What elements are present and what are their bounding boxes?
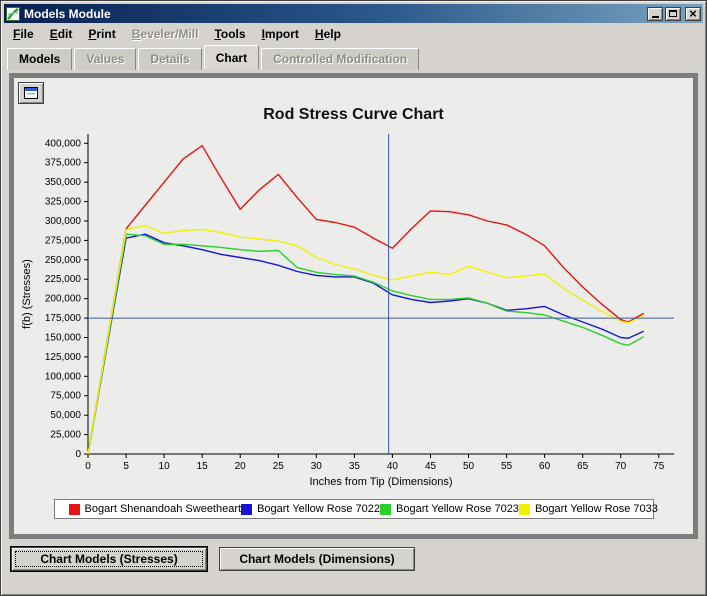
tab-values: Values (74, 48, 136, 70)
tabbar: ModelsValuesDetailsChartControlled Modif… (1, 45, 706, 69)
svg-text:30: 30 (310, 461, 322, 472)
close-button[interactable] (685, 7, 701, 21)
menu-item-import[interactable]: Import (254, 25, 307, 43)
maximize-icon (669, 10, 677, 17)
legend-item: Bogart Shenandoah Sweetheart (69, 503, 242, 515)
svg-text:25: 25 (272, 461, 284, 472)
svg-text:400,000: 400,000 (44, 138, 81, 149)
menu-item-print[interactable]: Print (80, 25, 123, 43)
footer: Chart Models (Stresses) Chart Models (Dim… (11, 547, 706, 571)
svg-text:175,000: 175,000 (44, 313, 81, 324)
chart-stresses-button[interactable]: Chart Models (Stresses) (11, 547, 207, 571)
chart-window-icon (24, 87, 38, 99)
tab-models[interactable]: Models (7, 48, 72, 70)
chart-toolbar (14, 78, 693, 106)
svg-text:15: 15 (196, 461, 208, 472)
close-icon (689, 5, 697, 23)
series-line-1 (88, 234, 644, 454)
svg-text:300,000: 300,000 (44, 216, 81, 227)
svg-text:200,000: 200,000 (44, 294, 81, 305)
series-line-3 (88, 226, 644, 454)
svg-text:75: 75 (653, 461, 665, 472)
window-title: Models Module (24, 7, 645, 21)
svg-text:f(b) (Stresses): f(b) (Stresses) (21, 259, 33, 329)
legend-label: Bogart Yellow Rose 7033 (535, 503, 658, 515)
svg-text:0: 0 (85, 461, 91, 472)
app-icon (6, 7, 20, 21)
svg-text:50,000: 50,000 (50, 410, 81, 421)
svg-text:5: 5 (123, 461, 129, 472)
maximize-button[interactable] (665, 7, 681, 21)
window-controls (645, 7, 701, 21)
svg-text:375,000: 375,000 (44, 158, 81, 169)
chart-dimensions-button[interactable]: Chart Models (Dimensions) (219, 547, 415, 571)
svg-text:225,000: 225,000 (44, 274, 81, 285)
svg-text:60: 60 (539, 461, 551, 472)
svg-text:70: 70 (615, 461, 627, 472)
menu-item-file[interactable]: File (5, 25, 42, 43)
svg-text:Inches from Tip (Dimensions): Inches from Tip (Dimensions) (309, 476, 452, 488)
series-line-0 (88, 146, 644, 454)
menu-item-edit[interactable]: Edit (42, 25, 81, 43)
minimize-icon (652, 16, 659, 18)
legend-swatch (519, 504, 530, 515)
chart-svg[interactable]: 0 25,000 50,000 75,000 100,000 125,000 150,000… (18, 126, 690, 490)
tab-chart[interactable]: Chart (204, 45, 259, 69)
svg-text:50: 50 (462, 461, 474, 472)
svg-text:75,000: 75,000 (50, 391, 81, 402)
svg-text:0: 0 (75, 449, 81, 460)
svg-text:20: 20 (234, 461, 246, 472)
svg-text:40: 40 (386, 461, 398, 472)
menu-item-beveler-mill: Beveler/Mill (124, 25, 207, 43)
legend-label: Bogart Yellow Rose 7022 (257, 503, 380, 515)
svg-text:35: 35 (348, 461, 360, 472)
svg-text:150,000: 150,000 (44, 333, 81, 344)
svg-text:25,000: 25,000 (50, 430, 81, 441)
chart-toolbar-button[interactable] (18, 82, 44, 104)
titlebar[interactable]: Models Module (4, 4, 703, 23)
svg-text:325,000: 325,000 (44, 197, 81, 208)
legend-swatch (241, 504, 252, 515)
legend-item: Bogart Yellow Rose 7023 (380, 503, 519, 515)
legend-item: Bogart Yellow Rose 7033 (519, 503, 658, 515)
svg-text:250,000: 250,000 (44, 255, 81, 266)
svg-text:45: 45 (424, 461, 436, 472)
models-module-window: Models Module FileEditPrintBeveler/MillT… (0, 0, 707, 596)
legend: Bogart Shenandoah Sweetheart Bogart Yell… (54, 499, 654, 519)
legend-label: Bogart Yellow Rose 7023 (396, 503, 519, 515)
svg-text:350,000: 350,000 (44, 177, 81, 188)
svg-text:65: 65 (577, 461, 589, 472)
svg-text:125,000: 125,000 (44, 352, 81, 363)
chart-title: Rod Stress Curve Chart (14, 106, 693, 126)
tab-controlled-modification: Controlled Modification (261, 48, 419, 70)
legend-swatch (69, 504, 80, 515)
series-line-2 (88, 234, 644, 454)
menu-item-help[interactable]: Help (307, 25, 349, 43)
minimize-button[interactable] (647, 7, 663, 21)
svg-text:10: 10 (158, 461, 170, 472)
legend-item: Bogart Yellow Rose 7022 (241, 503, 380, 515)
legend-label: Bogart Shenandoah Sweetheart (85, 503, 242, 515)
chart-panel: Rod Stress Curve Chart 0 25,000 50,000 75,0… (9, 73, 698, 539)
menu-item-tools[interactable]: Tools (206, 25, 253, 43)
svg-text:100,000: 100,000 (44, 371, 81, 382)
chart-area[interactable]: 0 25,000 50,000 75,000 100,000 125,000 150,000… (18, 126, 690, 495)
tab-details: Details (138, 48, 201, 70)
menubar: FileEditPrintBeveler/MillToolsImportHelp (1, 23, 706, 45)
svg-text:275,000: 275,000 (44, 235, 81, 246)
svg-text:55: 55 (501, 461, 513, 472)
legend-swatch (380, 504, 391, 515)
